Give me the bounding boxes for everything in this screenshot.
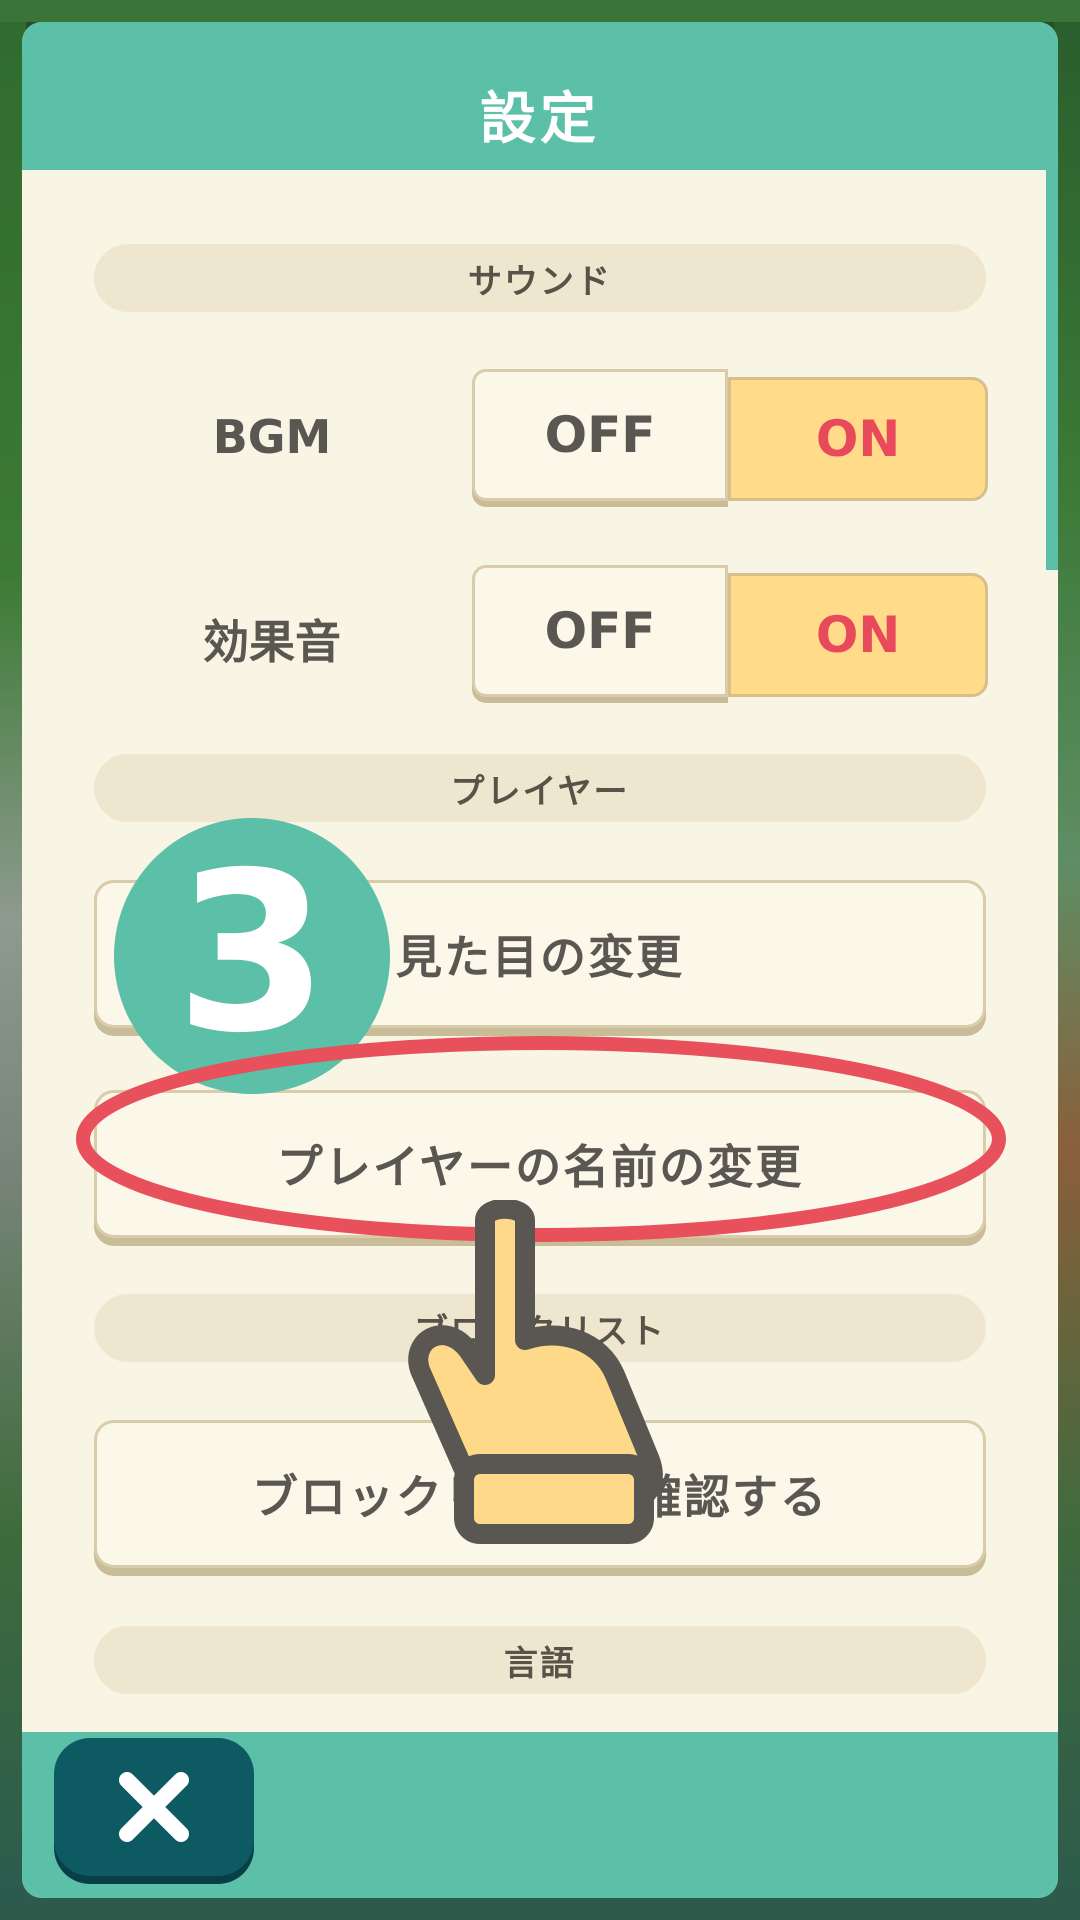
pointing-hand-icon: [408, 1200, 663, 1544]
background-scene-bottom: [0, 1900, 1080, 1920]
bgm-off-button[interactable]: OFF: [472, 369, 728, 501]
close-button[interactable]: [54, 1738, 254, 1876]
bgm-label: BGM: [212, 410, 332, 464]
sound-effects-off-button[interactable]: OFF: [472, 565, 728, 697]
background-scene-top: [0, 0, 1080, 22]
dialog-header: 設定: [22, 22, 1058, 170]
bgm-toggle: OFF ON: [472, 369, 988, 507]
dialog-title: 設定: [480, 87, 600, 152]
sound-effects-on-button[interactable]: ON: [728, 573, 988, 697]
bgm-on-button[interactable]: ON: [728, 377, 988, 501]
section-header-player: プレイヤー: [94, 754, 986, 822]
section-header-sound: サウンド: [94, 244, 986, 312]
scrollbar[interactable]: [1046, 170, 1058, 570]
sound-effects-toggle: OFF ON: [472, 565, 988, 703]
section-header-language: 言語: [94, 1626, 986, 1694]
sound-effects-label: 効果音: [203, 615, 341, 669]
close-icon: [119, 1772, 189, 1842]
step-number: 3: [175, 825, 329, 1081]
